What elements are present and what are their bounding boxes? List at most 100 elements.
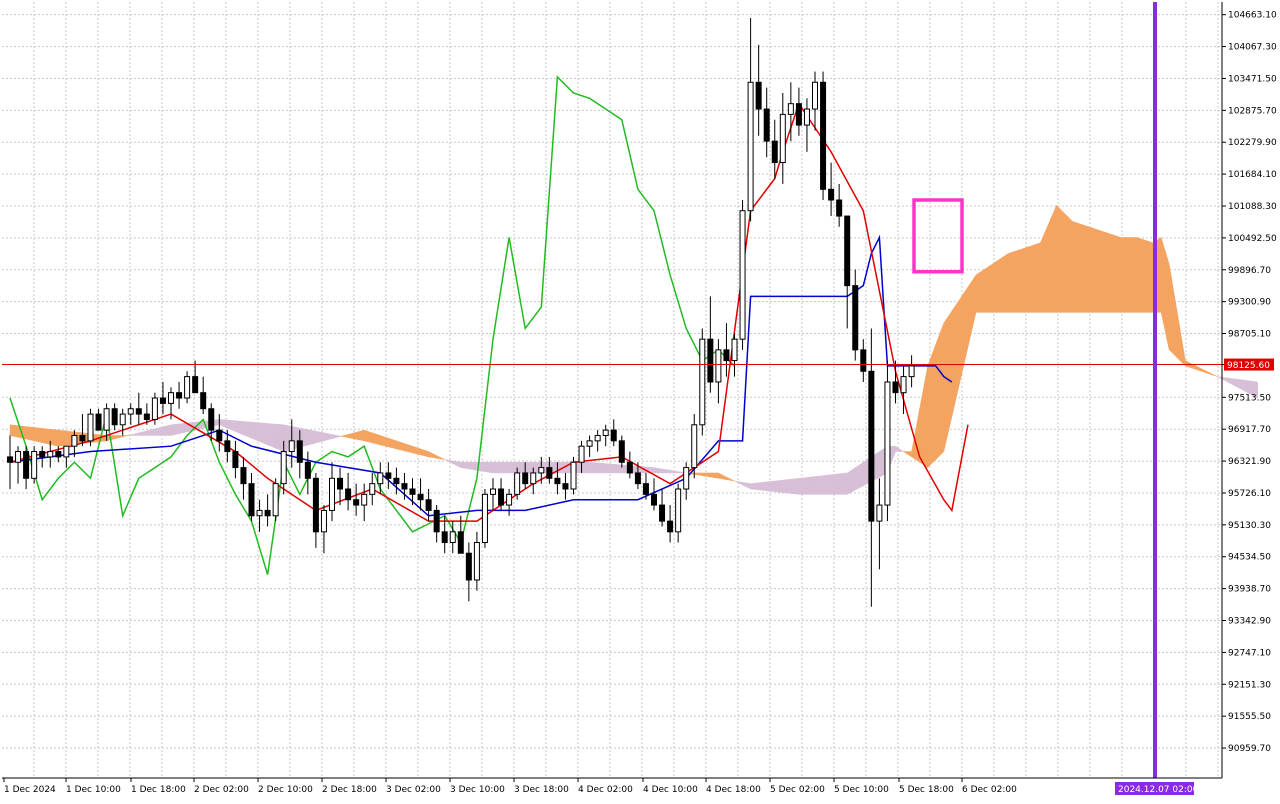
candle-body bbox=[159, 397, 166, 404]
candle-body bbox=[884, 381, 891, 506]
candle-body bbox=[642, 483, 649, 495]
candle-body bbox=[715, 349, 722, 383]
x-tick-label: 2 Dec 02:00 bbox=[194, 785, 249, 795]
y-tick-label: 101684.10 bbox=[1228, 170, 1277, 180]
cloud-segment bbox=[822, 474, 832, 495]
candle-body bbox=[369, 483, 376, 495]
cloud-segment bbox=[999, 253, 1009, 313]
y-tick-label: 95130.30 bbox=[1228, 521, 1271, 531]
x-tick-label: 2 Dec 10:00 bbox=[258, 785, 313, 795]
cloud-segment bbox=[991, 258, 1001, 313]
cloud-segment bbox=[1136, 237, 1146, 313]
cloud-segment bbox=[259, 422, 268, 446]
cloud-segment bbox=[1088, 226, 1097, 313]
cloud-segment bbox=[516, 461, 526, 474]
cloud-segment bbox=[766, 480, 775, 492]
cloud-segment bbox=[307, 429, 317, 446]
candle-body bbox=[401, 483, 408, 490]
candle-body bbox=[135, 408, 142, 415]
y-tick-label: 94534.50 bbox=[1228, 553, 1271, 563]
cloud-segment bbox=[975, 269, 985, 313]
candle-body bbox=[667, 520, 674, 533]
cloud-segment bbox=[524, 461, 534, 474]
candle-body bbox=[272, 483, 279, 517]
candle-body bbox=[876, 504, 883, 522]
candle-body bbox=[602, 429, 609, 436]
candle-body bbox=[852, 285, 859, 351]
candle-body bbox=[739, 210, 746, 340]
cloud-segment bbox=[1024, 245, 1033, 313]
chart: 104663.10 104067.30 103471.50 102875.70 1022… bbox=[0, 0, 1280, 800]
candle-body bbox=[900, 376, 907, 394]
candle-body bbox=[578, 445, 585, 463]
x-tick-label: 1 Dec 2024 bbox=[4, 785, 56, 795]
candle-body bbox=[490, 488, 496, 495]
candle-body bbox=[385, 472, 392, 479]
cloud-segment bbox=[468, 461, 478, 471]
x-tick-label: 5 Dec 18:00 bbox=[899, 785, 954, 795]
candle-body bbox=[95, 413, 102, 431]
cloud-segment bbox=[935, 323, 945, 461]
cloud-segment bbox=[58, 429, 67, 447]
cloud-segment bbox=[33, 427, 43, 443]
x-tick-label: 3 Dec 10:00 bbox=[450, 785, 505, 795]
candle-body bbox=[425, 499, 432, 511]
candle-body bbox=[192, 376, 199, 394]
cloud-segment bbox=[508, 461, 518, 474]
candle-body bbox=[7, 456, 13, 463]
candle-body bbox=[538, 467, 545, 474]
candle-body bbox=[651, 493, 657, 506]
candle-body bbox=[514, 472, 521, 495]
y-tick-label: 100492.50 bbox=[1228, 234, 1277, 244]
x-tick-label: 4 Dec 10:00 bbox=[643, 785, 698, 795]
cloud-segment bbox=[597, 462, 606, 474]
candle-body bbox=[337, 477, 344, 490]
y-tick-label: 90959.70 bbox=[1228, 744, 1271, 754]
future-time-label: 2024.12.07 02:00 bbox=[1118, 785, 1199, 795]
cloud-segment bbox=[830, 473, 840, 495]
candle-body bbox=[683, 467, 690, 490]
candle-body bbox=[860, 349, 867, 372]
candle-body bbox=[522, 472, 529, 485]
cloud-segment bbox=[267, 423, 276, 449]
candle-body bbox=[433, 509, 440, 533]
candle-body bbox=[498, 488, 505, 506]
candle-body bbox=[87, 413, 94, 442]
candle-body bbox=[747, 81, 754, 212]
candle-body bbox=[771, 140, 778, 164]
candle-body bbox=[546, 467, 553, 479]
candle-body bbox=[63, 445, 70, 458]
candle-body bbox=[409, 488, 416, 495]
cloud-segment bbox=[1112, 234, 1122, 313]
candle-body bbox=[31, 451, 38, 479]
cloud-segment bbox=[798, 477, 808, 495]
candle-body bbox=[618, 440, 625, 463]
cloud-segment bbox=[484, 461, 494, 474]
x-tick-label: 4 Dec 02:00 bbox=[578, 785, 633, 795]
cloud-segment bbox=[1144, 239, 1154, 313]
cloud-segment bbox=[50, 428, 59, 447]
y-tick-label: 92747.10 bbox=[1228, 648, 1271, 658]
candle-body bbox=[312, 477, 319, 533]
candle-body bbox=[224, 440, 231, 453]
candle-body bbox=[47, 451, 54, 458]
candle-body bbox=[626, 461, 633, 474]
chart-background bbox=[0, 0, 1280, 800]
candle-body bbox=[240, 467, 247, 485]
candle-body bbox=[353, 499, 360, 506]
y-tick-label: 104663.10 bbox=[1228, 11, 1277, 21]
candle-body bbox=[320, 509, 327, 533]
x-tick-label: 6 Dec 02:00 bbox=[962, 785, 1017, 795]
cloud-segment bbox=[983, 263, 993, 313]
y-tick-label: 97513.50 bbox=[1228, 393, 1271, 403]
candle-body bbox=[723, 349, 730, 362]
candle-body bbox=[594, 434, 601, 442]
cloud-segment bbox=[1007, 250, 1017, 313]
candle-body bbox=[361, 493, 368, 506]
candle-body bbox=[127, 408, 134, 415]
candle-body bbox=[79, 434, 86, 442]
candle-body bbox=[828, 188, 835, 201]
candle-body bbox=[304, 461, 311, 479]
candle-body bbox=[787, 103, 794, 115]
x-tick-label: 2 Dec 18:00 bbox=[322, 785, 377, 795]
